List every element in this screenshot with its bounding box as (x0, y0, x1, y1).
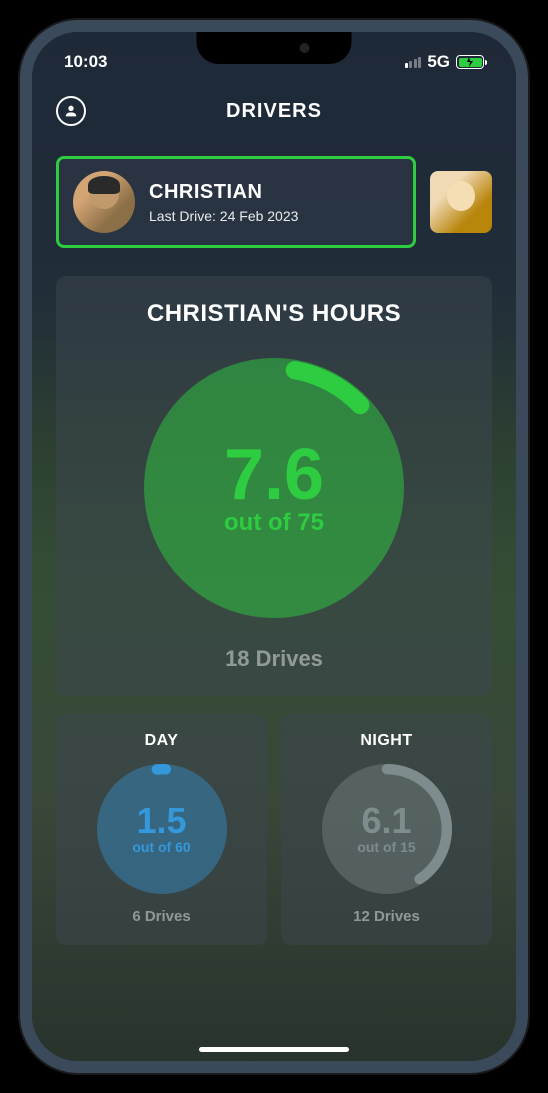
driver-info: CHRISTIAN Last Drive: 24 Feb 2023 (149, 181, 298, 224)
hours-card: CHRISTIAN'S HOURS 7.6 out of 75 18 Drive… (56, 276, 492, 696)
driver-avatar (73, 171, 135, 233)
status-right: 5G (405, 52, 484, 72)
day-hours-value: 1.5 (132, 803, 190, 839)
home-indicator[interactable] (199, 1047, 349, 1052)
signal-icon (405, 56, 422, 68)
day-hours-gauge[interactable]: 1.5 out of 60 (97, 764, 227, 894)
driver-name: CHRISTIAN (149, 181, 298, 204)
battery-icon (456, 55, 484, 69)
day-drives-count: 6 Drives (132, 908, 190, 925)
app-header: DRIVERS (32, 82, 516, 140)
status-time: 10:03 (64, 52, 107, 72)
night-drives-count: 12 Drives (353, 908, 420, 925)
page-title: DRIVERS (226, 100, 322, 123)
profile-button[interactable] (56, 96, 86, 126)
driver-card-selected[interactable]: CHRISTIAN Last Drive: 24 Feb 2023 (56, 156, 416, 248)
driver-card-secondary[interactable] (430, 171, 492, 233)
night-hours-max: out of 15 (357, 839, 415, 855)
total-drives-count: 18 Drives (225, 646, 323, 672)
network-type: 5G (427, 52, 450, 72)
day-title: DAY (145, 732, 179, 750)
phone-frame: 10:03 5G (20, 20, 528, 1073)
hours-title: CHRISTIAN'S HOURS (147, 300, 401, 328)
total-hours-value: 7.6 (224, 439, 324, 511)
day-card: DAY 1.5 out of 60 6 Drives (56, 714, 267, 945)
person-icon (63, 103, 79, 119)
day-hours-max: out of 60 (132, 839, 190, 855)
total-hours-gauge[interactable]: 7.6 out of 75 (144, 358, 404, 618)
screen: 10:03 5G (32, 32, 516, 1061)
day-night-row: DAY 1.5 out of 60 6 Drives NIGHT (56, 714, 492, 945)
night-hours-value: 6.1 (357, 803, 415, 839)
night-card: NIGHT 6.1 out of 15 12 Drives (281, 714, 492, 945)
total-hours-max: out of 75 (224, 509, 324, 537)
notch (197, 32, 352, 64)
driver-last-drive: Last Drive: 24 Feb 2023 (149, 208, 298, 224)
night-hours-gauge[interactable]: 6.1 out of 15 (322, 764, 452, 894)
night-title: NIGHT (360, 732, 412, 750)
drivers-list: CHRISTIAN Last Drive: 24 Feb 2023 (32, 140, 516, 258)
